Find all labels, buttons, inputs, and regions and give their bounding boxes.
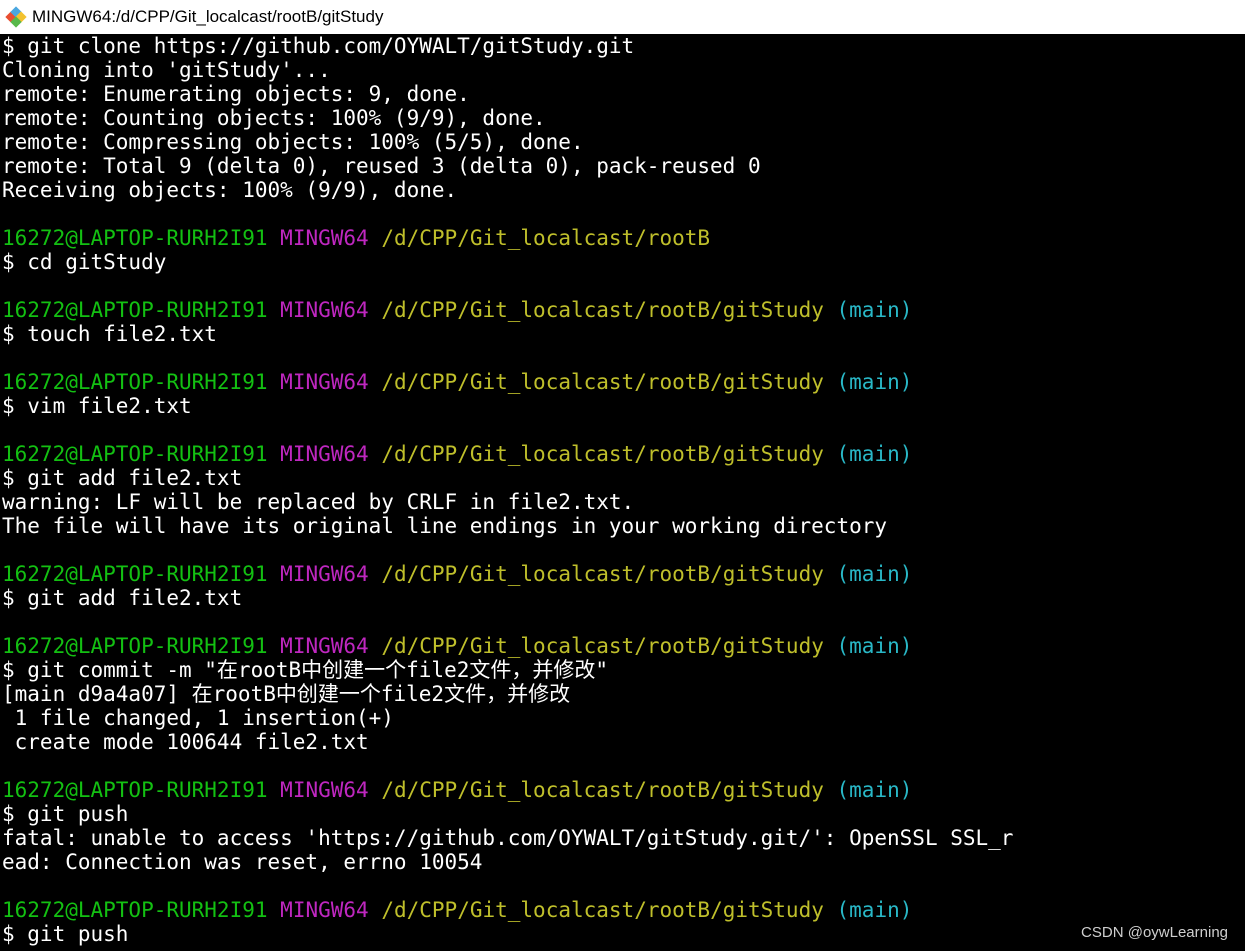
prompt-system: MINGW64 — [280, 370, 369, 394]
prompt-path: /d/CPP/Git_localcast/rootB — [381, 226, 711, 250]
output-line: The file will have its original line end… — [2, 514, 888, 538]
output-line: create mode 100644 file2.txt — [2, 730, 369, 754]
command-line: $ git add file2.txt — [2, 466, 243, 490]
prompt-line: 16272@LAPTOP-RURH2I91 MINGW64 /d/CPP/Git… — [2, 562, 1245, 586]
prompt-branch: (main) — [836, 778, 913, 802]
output-line: 1 file changed, 1 insertion(+) — [2, 706, 394, 730]
prompt-user-host: 16272@LAPTOP-RURH2I91 — [2, 442, 268, 466]
prompt-branch: (main) — [836, 370, 913, 394]
output-line: warning: LF will be replaced by CRLF in … — [2, 490, 635, 514]
output-line: remote: Enumerating objects: 9, done. — [2, 82, 470, 106]
output-line: Receiving objects: 100% (9/9), done. — [2, 178, 458, 202]
command-line: $ cd gitStudy — [2, 250, 167, 274]
prompt-line: 16272@LAPTOP-RURH2I91 MINGW64 /d/CPP/Git… — [2, 298, 1245, 322]
command-line: $ git push — [2, 802, 129, 826]
prompt-path: /d/CPP/Git_localcast/rootB/gitStudy — [381, 898, 824, 922]
prompt-branch: (main) — [836, 442, 913, 466]
command-line: $ git push — [2, 922, 129, 946]
output-line: [main d9a4a07] 在rootB中创建一个file2文件，并修改 — [2, 682, 571, 706]
prompt-branch: (main) — [836, 634, 913, 658]
prompt-system: MINGW64 — [280, 226, 369, 250]
prompt-user-host: 16272@LAPTOP-RURH2I91 — [2, 226, 268, 250]
prompt-system: MINGW64 — [280, 634, 369, 658]
output-line: remote: Counting objects: 100% (9/9), do… — [2, 106, 546, 130]
prompt-line: 16272@LAPTOP-RURH2I91 MINGW64 /d/CPP/Git… — [2, 778, 1245, 802]
prompt-user-host: 16272@LAPTOP-RURH2I91 — [2, 298, 268, 322]
terminal-output[interactable]: $ git clone https://github.com/OYWALT/gi… — [0, 34, 1245, 951]
output-line: Cloning into 'gitStudy'... — [2, 58, 331, 82]
prompt-line: 16272@LAPTOP-RURH2I91 MINGW64 /d/CPP/Git… — [2, 226, 1245, 250]
output-line: remote: Compressing objects: 100% (5/5),… — [2, 130, 584, 154]
prompt-branch: (main) — [836, 562, 913, 586]
output-line: remote: Total 9 (delta 0), reused 3 (del… — [2, 154, 761, 178]
prompt-path: /d/CPP/Git_localcast/rootB/gitStudy — [381, 442, 824, 466]
prompt-path: /d/CPP/Git_localcast/rootB/gitStudy — [381, 298, 824, 322]
prompt-user-host: 16272@LAPTOP-RURH2I91 — [2, 562, 268, 586]
command-line: $ vim file2.txt — [2, 394, 192, 418]
prompt-branch: (main) — [836, 898, 913, 922]
prompt-system: MINGW64 — [280, 442, 369, 466]
output-line: ead: Connection was reset, errno 10054 — [2, 850, 483, 874]
prompt-path: /d/CPP/Git_localcast/rootB/gitStudy — [381, 778, 824, 802]
prompt-user-host: 16272@LAPTOP-RURH2I91 — [2, 634, 268, 658]
prompt-system: MINGW64 — [280, 898, 369, 922]
prompt-line: 16272@LAPTOP-RURH2I91 MINGW64 /d/CPP/Git… — [2, 898, 1245, 922]
prompt-system: MINGW64 — [280, 778, 369, 802]
prompt-line: 16272@LAPTOP-RURH2I91 MINGW64 /d/CPP/Git… — [2, 370, 1245, 394]
prompt-system: MINGW64 — [280, 298, 369, 322]
command-line: $ git add file2.txt — [2, 586, 243, 610]
command-line: $ touch file2.txt — [2, 322, 217, 346]
prompt-user-host: 16272@LAPTOP-RURH2I91 — [2, 778, 268, 802]
prompt-path: /d/CPP/Git_localcast/rootB/gitStudy — [381, 370, 824, 394]
prompt-user-host: 16272@LAPTOP-RURH2I91 — [2, 370, 268, 394]
prompt-path: /d/CPP/Git_localcast/rootB/gitStudy — [381, 634, 824, 658]
command-line: $ git commit -m "在rootB中创建一个file2文件，并修改" — [2, 658, 609, 682]
prompt-line: 16272@LAPTOP-RURH2I91 MINGW64 /d/CPP/Git… — [2, 634, 1245, 658]
prompt-system: MINGW64 — [280, 562, 369, 586]
window-title: MINGW64:/d/CPP/Git_localcast/rootB/gitSt… — [32, 7, 384, 26]
output-line: fatal: unable to access 'https://github.… — [2, 826, 1014, 850]
command-line: $ git clone https://github.com/OYWALT/gi… — [2, 34, 635, 58]
prompt-path: /d/CPP/Git_localcast/rootB/gitStudy — [381, 562, 824, 586]
csdn-watermark: CSDN @oywLearning — [1081, 924, 1228, 941]
prompt-line: 16272@LAPTOP-RURH2I91 MINGW64 /d/CPP/Git… — [2, 442, 1245, 466]
window-title-bar[interactable]: MINGW64:/d/CPP/Git_localcast/rootB/gitSt… — [0, 0, 1245, 34]
git-bash-icon — [5, 6, 27, 28]
prompt-user-host: 16272@LAPTOP-RURH2I91 — [2, 898, 268, 922]
prompt-branch: (main) — [836, 298, 913, 322]
